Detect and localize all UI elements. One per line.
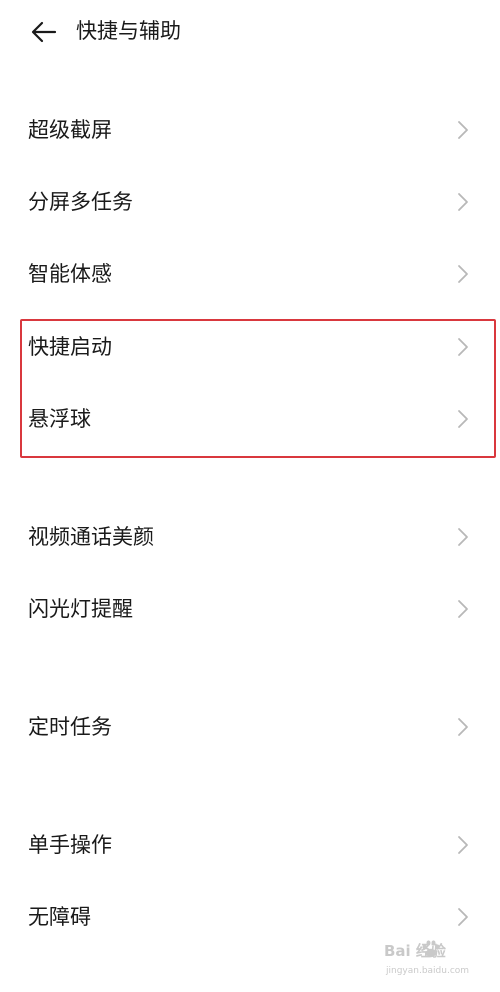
settings-item-one-hand-mode[interactable]: 单手操作 — [0, 813, 500, 877]
paw-icon — [422, 940, 440, 958]
settings-item-smart-motion[interactable]: 智能体感 — [0, 242, 500, 306]
settings-item-label: 单手操作 — [28, 833, 112, 857]
top-bar: 快捷与辅助 — [0, 0, 500, 64]
baidu-jingyan-watermark: Bai 经验 jingyan.baidu.com — [384, 940, 494, 988]
arrow-left-icon — [31, 21, 57, 43]
chevron-right-icon — [458, 600, 468, 618]
settings-item-label: 闪光灯提醒 — [28, 597, 133, 621]
settings-item-label: 无障碍 — [28, 905, 91, 929]
back-button[interactable] — [26, 14, 62, 50]
chevron-right-icon — [458, 265, 468, 283]
settings-item-video-call-beauty[interactable]: 视频通话美颜 — [0, 505, 500, 569]
chevron-right-icon — [458, 836, 468, 854]
settings-item-split-screen[interactable]: 分屏多任务 — [0, 170, 500, 234]
page-title: 快捷与辅助 — [76, 19, 181, 43]
chevron-right-icon — [458, 121, 468, 139]
settings-item-label: 超级截屏 — [28, 118, 112, 142]
chevron-right-icon — [458, 908, 468, 926]
chevron-right-icon — [458, 193, 468, 211]
settings-item-label: 分屏多任务 — [28, 190, 133, 214]
settings-item-scheduled-tasks[interactable]: 定时任务 — [0, 695, 500, 759]
settings-item-label: 定时任务 — [28, 715, 112, 739]
settings-item-label: 视频通话美颜 — [28, 525, 154, 549]
highlight-box — [20, 319, 496, 458]
watermark-url: jingyan.baidu.com — [386, 966, 470, 976]
chevron-right-icon — [458, 528, 468, 546]
chevron-right-icon — [458, 718, 468, 736]
settings-item-label: 智能体感 — [28, 262, 112, 286]
settings-item-flash-alert[interactable]: 闪光灯提醒 — [0, 577, 500, 641]
settings-item-super-screenshot[interactable]: 超级截屏 — [0, 98, 500, 162]
